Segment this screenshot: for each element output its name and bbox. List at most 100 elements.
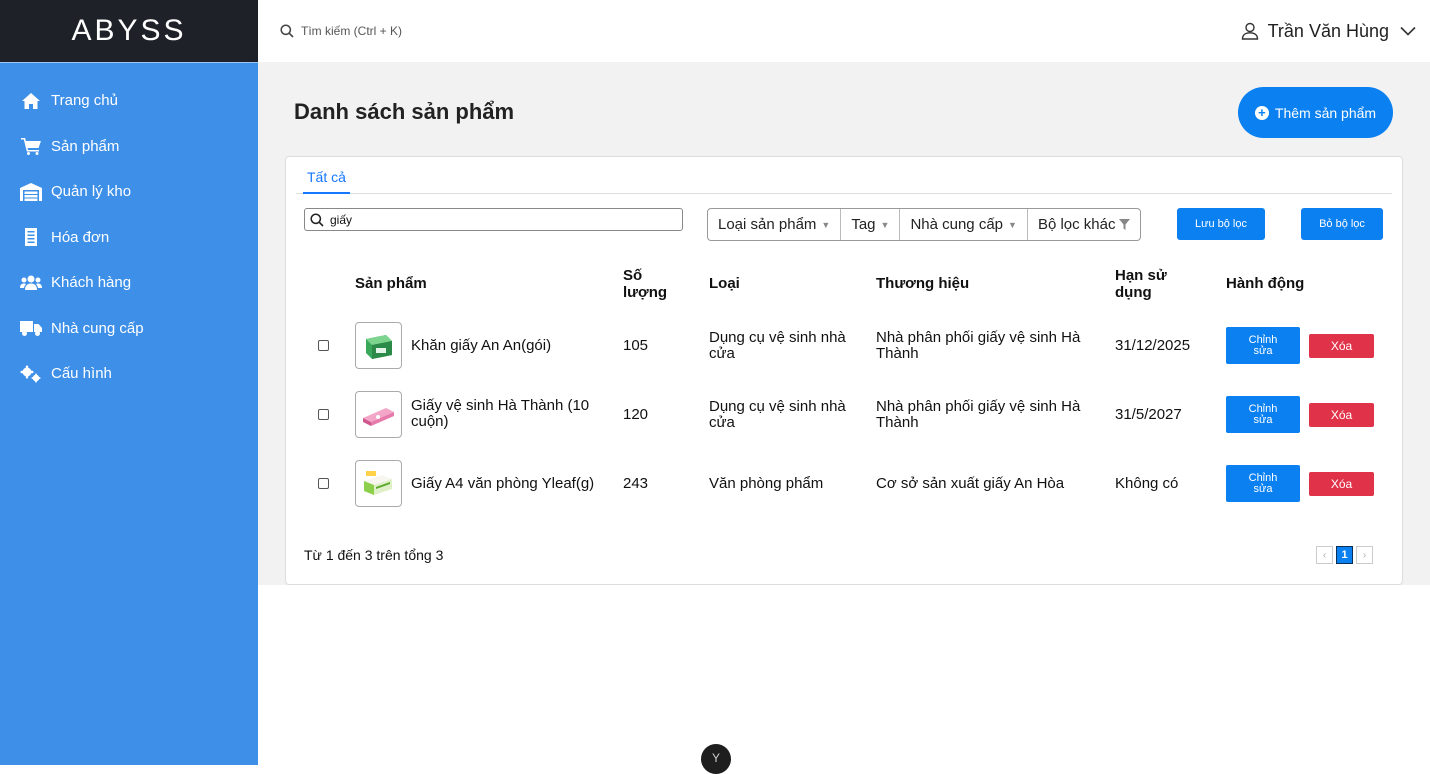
sidebar-item-label: Sản phẩm xyxy=(51,137,120,155)
col-header-brand: Thương hiệu xyxy=(876,275,970,292)
filter-other-label: Bộ lọc khác xyxy=(1037,216,1116,233)
sidebar-item-customers[interactable]: Khách hàng xyxy=(0,260,258,306)
col-header-actions: Hành động xyxy=(1226,275,1305,292)
edit-button[interactable]: Chỉnh sửa xyxy=(1226,465,1300,502)
col-header-quantity-line1: Số xyxy=(623,267,643,284)
product-search[interactable] xyxy=(304,208,683,231)
product-expiry: Không có xyxy=(1115,475,1179,492)
col-header-type: Loại xyxy=(709,275,740,292)
home-icon xyxy=(20,91,42,111)
cart-icon xyxy=(20,136,42,156)
product-name: Khăn giấy An An(gói) xyxy=(411,337,552,354)
delete-button[interactable]: Xóa xyxy=(1309,403,1374,427)
filter-supplier[interactable]: Nhà cung cấp ▼ xyxy=(900,209,1028,240)
next-page-button[interactable]: › xyxy=(1356,546,1373,564)
brand-logo[interactable]: ABYSS xyxy=(0,0,258,62)
product-type: Văn phòng phẩm xyxy=(709,475,824,492)
prev-page-button[interactable]: ‹ xyxy=(1316,546,1333,564)
col-header-product: Sản phẩm xyxy=(355,275,427,292)
delete-button[interactable]: Xóa xyxy=(1309,334,1374,358)
product-quantity: 105 xyxy=(623,337,649,354)
pagination-info: Từ 1 đến 3 trên tổng 3 xyxy=(304,547,444,563)
product-list-card: Tất cả Loại sản phẩm ▼ Tag ▼ Nhà cung cấ… xyxy=(285,156,1403,585)
sidebar-item-warehouse[interactable]: Quản lý kho xyxy=(0,169,258,215)
sidebar-item-invoices[interactable]: Hóa đơn xyxy=(0,215,258,261)
product-thumbnail xyxy=(355,460,402,507)
row-checkbox[interactable] xyxy=(318,478,329,489)
product-expiry: 31/12/2025 xyxy=(1115,337,1191,354)
sidebar-item-products[interactable]: Sản phẩm xyxy=(0,124,258,170)
plus-circle-icon: + xyxy=(1254,105,1269,120)
col-header-expiry: Hạn sử dụng xyxy=(1115,267,1167,301)
sidebar-item-home[interactable]: Trang chủ xyxy=(0,78,258,124)
main-content: Danh sách sản phẩm + Thêm sản phẩm Tất c… xyxy=(258,62,1430,585)
sidebar-item-suppliers[interactable]: Nhà cung cấp xyxy=(0,306,258,352)
truck-icon xyxy=(20,318,42,338)
row-checkbox[interactable] xyxy=(318,340,329,351)
floating-widget-icon[interactable]: Y xyxy=(701,744,731,774)
col-header-expiry-line1: Hạn sử xyxy=(1115,267,1167,284)
sidebar-item-label: Khách hàng xyxy=(51,274,132,292)
sidebar: ABYSS Trang chủ Sản phẩm Quản lý kho Hóa… xyxy=(0,0,258,765)
pagination: ‹ 1 › xyxy=(1316,546,1373,564)
product-search-input[interactable] xyxy=(330,212,660,227)
caret-down-icon: ▼ xyxy=(880,219,890,230)
product-quantity: 120 xyxy=(623,406,649,423)
filter-tag-label: Tag xyxy=(851,216,876,233)
warehouse-icon xyxy=(20,182,42,202)
delete-button[interactable]: Xóa xyxy=(1309,472,1374,496)
product-brand: Nhà phân phối giấy vệ sinh Hà Thành xyxy=(876,329,1081,362)
filter-tag[interactable]: Tag ▼ xyxy=(841,209,901,240)
product-thumbnail xyxy=(355,391,402,438)
col-header-quantity-line2: lượng xyxy=(623,284,668,301)
global-search-placeholder: Tìm kiếm (Ctrl + K) xyxy=(301,24,402,38)
product-thumbnail xyxy=(355,322,402,369)
product-expiry: 31/5/2027 xyxy=(1115,406,1182,423)
page-number-button[interactable]: 1 xyxy=(1336,546,1353,564)
sidebar-item-label: Cấu hình xyxy=(51,365,112,383)
product-brand: Nhà phân phối giấy vệ sinh Hà Thành xyxy=(876,398,1081,431)
filter-group: Loại sản phẩm ▼ Tag ▼ Nhà cung cấp ▼ Bộ … xyxy=(707,208,1142,241)
caret-down-icon: ▼ xyxy=(1008,219,1017,230)
edit-button[interactable]: Chỉnh sửa xyxy=(1226,327,1300,364)
sidebar-item-label: Quản lý kho xyxy=(51,183,132,201)
col-header-expiry-line2: dụng xyxy=(1115,284,1152,301)
sidebar-item-settings[interactable]: Cấu hình xyxy=(0,351,258,397)
product-type: Dụng cụ vệ sinh nhà cửa xyxy=(709,398,846,431)
clear-filter-button[interactable]: Bỏ bộ lọc xyxy=(1301,208,1383,240)
tab-all[interactable]: Tất cả xyxy=(303,169,350,194)
filter-supplier-label: Nhà cung cấp xyxy=(910,216,1004,233)
product-type: Dụng cụ vệ sinh nhà cửa xyxy=(709,329,846,362)
users-icon xyxy=(20,273,42,293)
top-bar: Tìm kiếm (Ctrl + K) Trần Văn Hùng xyxy=(258,0,1430,62)
cogs-icon xyxy=(20,364,42,384)
filter-product-type[interactable]: Loại sản phẩm ▼ xyxy=(708,209,842,240)
save-filter-button[interactable]: Lưu bộ lọc xyxy=(1177,208,1265,240)
row-checkbox[interactable] xyxy=(318,409,329,420)
search-icon xyxy=(310,212,324,227)
sidebar-item-label: Hóa đơn xyxy=(51,228,110,246)
page-title: Danh sách sản phẩm xyxy=(294,99,515,124)
filter-product-type-label: Loại sản phẩm xyxy=(718,216,817,233)
funnel-icon xyxy=(1119,219,1131,230)
add-product-label: Thêm sản phẩm xyxy=(1274,104,1377,121)
add-product-button[interactable]: + Thêm sản phẩm xyxy=(1238,87,1393,138)
product-name: Giấy vệ sinh Hà Thành (10 cuộn) xyxy=(411,397,590,430)
global-search[interactable]: Tìm kiếm (Ctrl + K) xyxy=(280,24,402,38)
user-icon xyxy=(1241,22,1258,40)
product-name: Giấy A4 văn phòng Yleaf(g) xyxy=(411,475,595,492)
user-name: Trần Văn Hùng xyxy=(1267,20,1389,41)
col-header-quantity: Số lượng xyxy=(623,267,667,301)
invoice-icon xyxy=(20,227,42,247)
sidebar-nav: Trang chủ Sản phẩm Quản lý kho Hóa đơn K… xyxy=(0,63,258,397)
chevron-down-icon xyxy=(1400,26,1416,36)
filter-other[interactable]: Bộ lọc khác xyxy=(1028,209,1141,240)
tab-bar: Tất cả xyxy=(296,169,1392,194)
edit-button[interactable]: Chỉnh sửa xyxy=(1226,396,1300,433)
sidebar-item-label: Trang chủ xyxy=(51,92,118,110)
sidebar-item-label: Nhà cung cấp xyxy=(51,319,144,337)
user-menu[interactable]: Trần Văn Hùng xyxy=(1241,0,1416,62)
product-quantity: 243 xyxy=(623,475,649,492)
product-brand: Cơ sở sản xuất giấy An Hòa xyxy=(876,475,1065,492)
caret-down-icon: ▼ xyxy=(821,219,831,230)
